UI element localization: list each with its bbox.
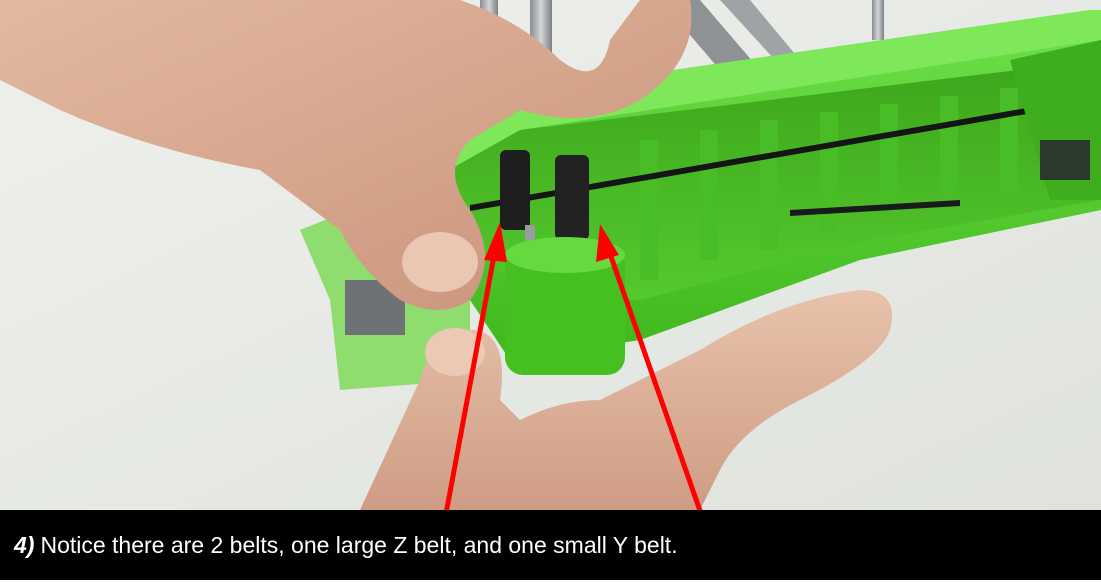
caption-body: Notice there are 2 belts, one large Z be… [40,531,678,558]
z-pulley [500,150,530,230]
upper-thumbnail [402,232,478,292]
bottom-strip [0,580,1101,586]
rear-rod [872,0,884,40]
caption-bar: 4) Notice there are 2 belts, one large Z … [0,510,1101,580]
y-pulley [555,155,589,240]
step-number: 4) [14,531,35,558]
tutorial-frame: 4) Notice there are 2 belts, one large Z … [0,0,1101,586]
electronics-board [1040,140,1090,180]
printer-photo [0,0,1101,510]
caption-text: 4) Notice there are 2 belts, one large Z … [14,531,678,558]
